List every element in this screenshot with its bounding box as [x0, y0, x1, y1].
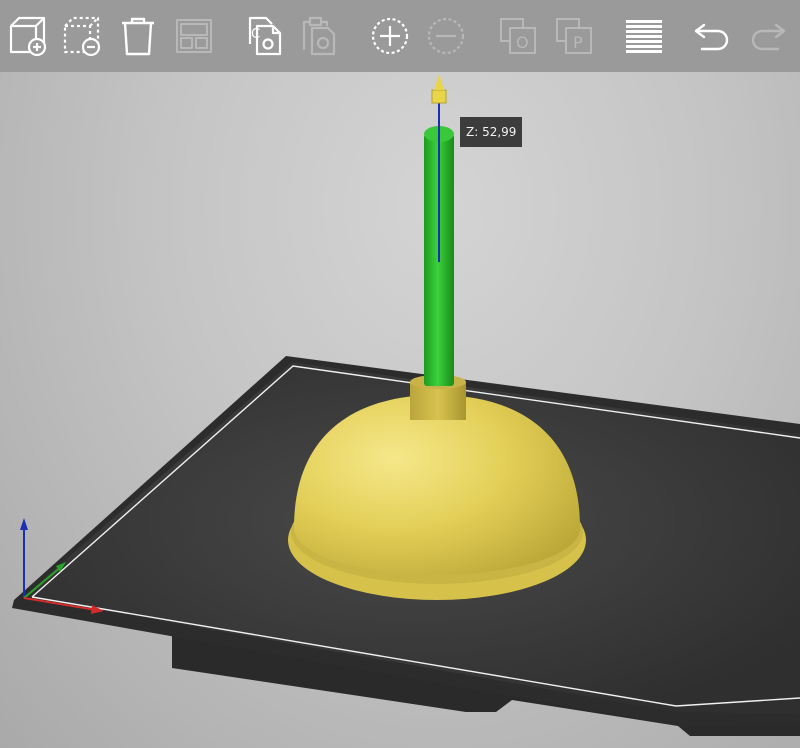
split-parts-button[interactable]: P	[550, 12, 598, 60]
plus-circle-icon	[371, 17, 409, 55]
minus-circle-icon	[427, 17, 465, 55]
split-objects-letter: O	[516, 33, 529, 52]
top-toolbar: C O P	[0, 0, 800, 72]
trash-icon	[122, 17, 154, 56]
add-object-button[interactable]	[4, 12, 52, 60]
z-height-tooltip: Z: 52,99	[460, 117, 523, 147]
gizmo-z-handle[interactable]	[431, 89, 447, 104]
gizmo-z-arrow[interactable]	[434, 74, 444, 90]
copy-button[interactable]: C	[240, 12, 288, 60]
layers-button[interactable]	[620, 12, 668, 60]
split-objects-button[interactable]: O	[494, 12, 542, 60]
remove-instance-button[interactable]	[422, 12, 470, 60]
add-instance-button[interactable]	[366, 12, 414, 60]
undo-button[interactable]	[688, 12, 736, 60]
redo-icon	[751, 23, 786, 51]
undo-icon	[694, 23, 729, 51]
paste-icon	[302, 16, 336, 56]
redo-button[interactable]	[744, 12, 792, 60]
delete-object-icon	[63, 16, 101, 57]
delete-object-button[interactable]	[58, 12, 106, 60]
paste-button[interactable]	[294, 12, 342, 60]
delete-all-button[interactable]	[114, 12, 162, 60]
arrange-icon	[176, 19, 212, 53]
z-axis-arrow	[20, 518, 28, 530]
layers-icon	[626, 20, 662, 53]
svg-text:C: C	[251, 27, 260, 42]
add-object-icon	[9, 16, 47, 57]
app-window: C O P Z: 52,99	[0, 0, 800, 748]
split-parts-icon: P	[556, 18, 592, 54]
split-parts-letter: P	[573, 33, 583, 52]
scene-canvas[interactable]	[0, 72, 800, 748]
copy-icon: C	[248, 16, 282, 56]
split-objects-icon: O	[500, 18, 536, 54]
arrange-button[interactable]	[170, 12, 218, 60]
